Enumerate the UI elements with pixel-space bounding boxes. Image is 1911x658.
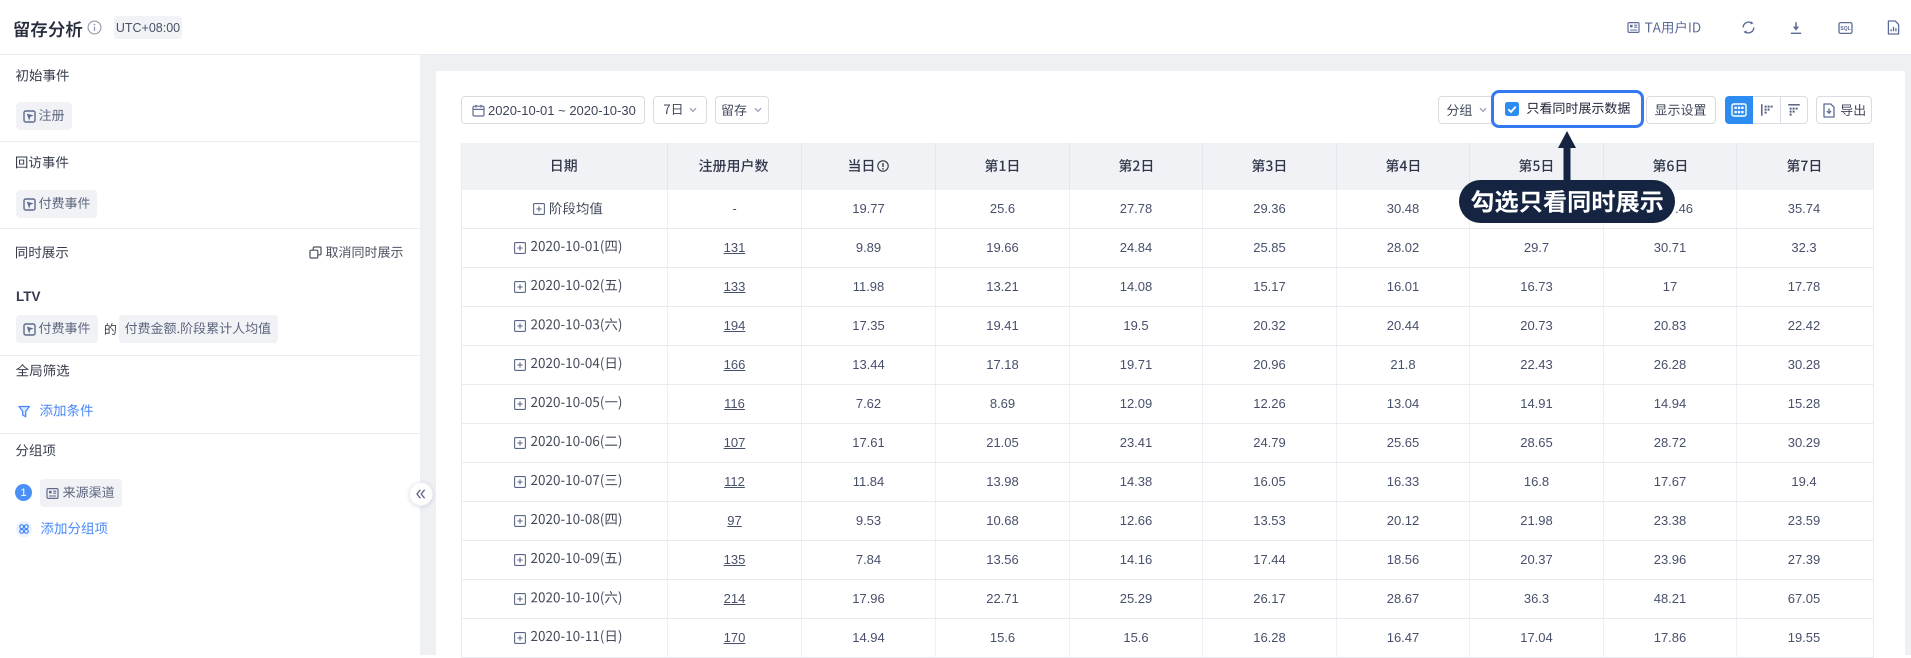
svg-text:SQL: SQL: [1840, 26, 1850, 32]
